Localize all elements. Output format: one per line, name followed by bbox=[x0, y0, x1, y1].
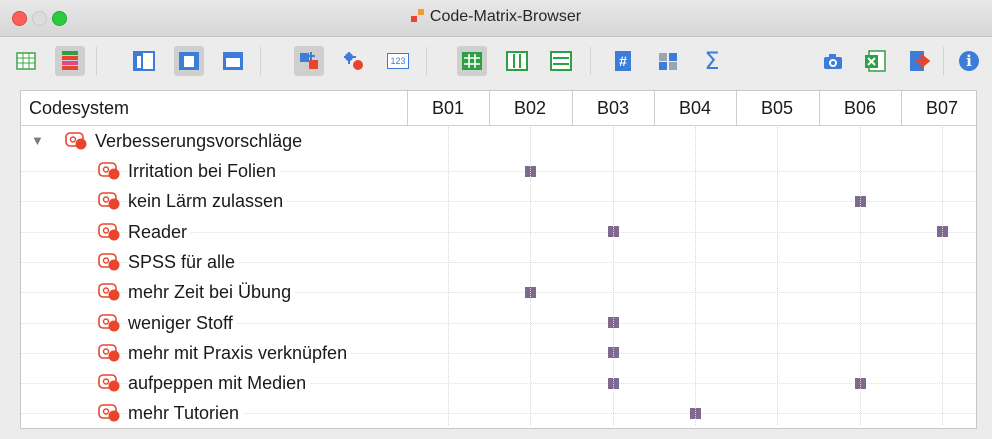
column-header-b07[interactable]: B07 bbox=[901, 91, 983, 125]
window-title: Code-Matrix-Browser bbox=[0, 8, 992, 26]
table-view-button[interactable] bbox=[11, 46, 41, 76]
code-label: weniger Stoff bbox=[128, 307, 237, 338]
column-header-b02[interactable]: B02 bbox=[489, 91, 571, 125]
code-icon bbox=[98, 253, 120, 271]
sum-icon: Σ bbox=[704, 47, 720, 75]
sum-button[interactable]: Σ bbox=[697, 46, 727, 76]
column-header-b01[interactable]: B01 bbox=[407, 91, 489, 125]
code-icon bbox=[98, 192, 120, 210]
app-logo-icon bbox=[410, 9, 424, 22]
table-view-icon bbox=[16, 52, 36, 70]
parent-code-row[interactable]: ▼ Verbesserungsvorschläge bbox=[21, 126, 976, 156]
hash-button[interactable]: # bbox=[608, 46, 638, 76]
toolbar-separator bbox=[426, 47, 427, 75]
code-row[interactable]: weniger Stoff bbox=[21, 307, 976, 338]
title-bar: Code-Matrix-Browser bbox=[0, 0, 992, 37]
code-row[interactable]: mehr Zeit bei Übung bbox=[21, 277, 976, 308]
heatmap-view-button[interactable] bbox=[55, 46, 85, 76]
rows-button[interactable] bbox=[546, 46, 576, 76]
column-gridline bbox=[530, 127, 531, 425]
code-row[interactable]: mehr Tutorien bbox=[21, 398, 976, 429]
collapse-triangle-icon[interactable]: ▼ bbox=[31, 126, 44, 156]
excel-export-icon bbox=[865, 50, 886, 72]
column-gridline bbox=[613, 127, 614, 425]
layout-top-button[interactable] bbox=[218, 46, 248, 76]
export-icon bbox=[910, 51, 930, 71]
screenshot-button[interactable] bbox=[818, 46, 848, 76]
info-icon: i bbox=[959, 51, 979, 71]
rows-icon bbox=[550, 51, 572, 71]
code-label: Irritation bei Folien bbox=[128, 156, 281, 186]
binary-button[interactable] bbox=[653, 46, 683, 76]
numbers-button[interactable]: 123 bbox=[383, 46, 413, 76]
code-row[interactable]: aufpeppen mit Medien bbox=[21, 368, 976, 399]
code-row[interactable]: Irritation bei Folien bbox=[21, 156, 976, 186]
parent-code-label: Verbesserungsvorschläge bbox=[95, 131, 303, 151]
code-icon bbox=[98, 283, 120, 301]
table-header: Codesystem B01 B02 B03 B04 B05 B06 B07 bbox=[21, 91, 976, 126]
columns-icon bbox=[506, 51, 528, 71]
window-title-text: Code-Matrix-Browser bbox=[429, 8, 582, 25]
layout-center-button[interactable] bbox=[174, 46, 204, 76]
export-button[interactable] bbox=[904, 46, 934, 76]
numbers-icon: 123 bbox=[387, 53, 409, 69]
code-label: mehr Zeit bei Übung bbox=[128, 277, 296, 308]
column-gridline bbox=[448, 127, 449, 425]
code-label: SPSS für alle bbox=[128, 246, 240, 277]
column-gridline bbox=[777, 127, 778, 425]
code-icon bbox=[98, 404, 120, 422]
code-icon bbox=[98, 313, 120, 331]
code-row[interactable]: SPSS für alle bbox=[21, 246, 976, 277]
column-gridline bbox=[860, 127, 861, 425]
code-matrix-table: Codesystem B01 B02 B03 B04 B05 B06 B07 ▼ Verbe… bbox=[20, 90, 977, 429]
grid-rows-cols-icon bbox=[462, 52, 482, 70]
symbol-circles-button[interactable] bbox=[339, 46, 369, 76]
symbol-circles-icon bbox=[344, 52, 363, 70]
codesystem-header[interactable]: Codesystem bbox=[29, 91, 129, 125]
layout-top-icon bbox=[223, 52, 243, 70]
toolbar: 123 # Σ i bbox=[0, 37, 992, 89]
column-gridline bbox=[695, 127, 696, 425]
column-header-b05[interactable]: B05 bbox=[736, 91, 818, 125]
code-icon bbox=[98, 222, 120, 241]
layout-left-icon bbox=[133, 51, 155, 71]
code-label: aufpeppen mit Medien bbox=[128, 368, 311, 399]
code-label: Reader bbox=[128, 216, 192, 247]
toolbar-separator bbox=[590, 47, 591, 75]
hash-icon: # bbox=[615, 51, 631, 71]
column-header-b04[interactable]: B04 bbox=[654, 91, 736, 125]
code-label: kein Lärm zulassen bbox=[128, 186, 288, 217]
column-header-b06[interactable]: B06 bbox=[819, 91, 901, 125]
code-row[interactable]: Reader bbox=[21, 216, 976, 247]
toolbar-separator bbox=[260, 47, 261, 75]
columns-button[interactable] bbox=[502, 46, 532, 76]
code-icon bbox=[98, 343, 120, 362]
layout-left-button[interactable] bbox=[129, 46, 159, 76]
code-matrix-browser-window: Code-Matrix-Browser 123 # Σ i Codesystem… bbox=[0, 0, 992, 439]
column-gridline bbox=[942, 127, 943, 425]
toolbar-separator bbox=[96, 47, 97, 75]
code-row[interactable]: mehr mit Praxis verknüpfen bbox=[21, 337, 976, 368]
code-label: mehr mit Praxis verknüpfen bbox=[128, 337, 352, 368]
grid-rows-cols-button[interactable] bbox=[457, 46, 487, 76]
code-label: mehr Tutorien bbox=[128, 398, 244, 429]
column-header-b03[interactable]: B03 bbox=[572, 91, 654, 125]
heatmap-view-icon bbox=[62, 51, 78, 70]
excel-export-button[interactable] bbox=[860, 46, 890, 76]
symbol-squares-button[interactable] bbox=[294, 46, 324, 76]
code-icon bbox=[98, 374, 120, 392]
camera-icon bbox=[824, 54, 842, 69]
toolbar-separator bbox=[943, 47, 944, 75]
symbol-squares-icon bbox=[300, 52, 318, 69]
binary-icon bbox=[659, 53, 677, 70]
code-icon bbox=[98, 162, 120, 180]
info-button[interactable]: i bbox=[954, 46, 984, 76]
layout-center-icon bbox=[179, 52, 199, 70]
code-row[interactable]: kein Lärm zulassen bbox=[21, 186, 976, 217]
code-icon bbox=[65, 132, 87, 150]
